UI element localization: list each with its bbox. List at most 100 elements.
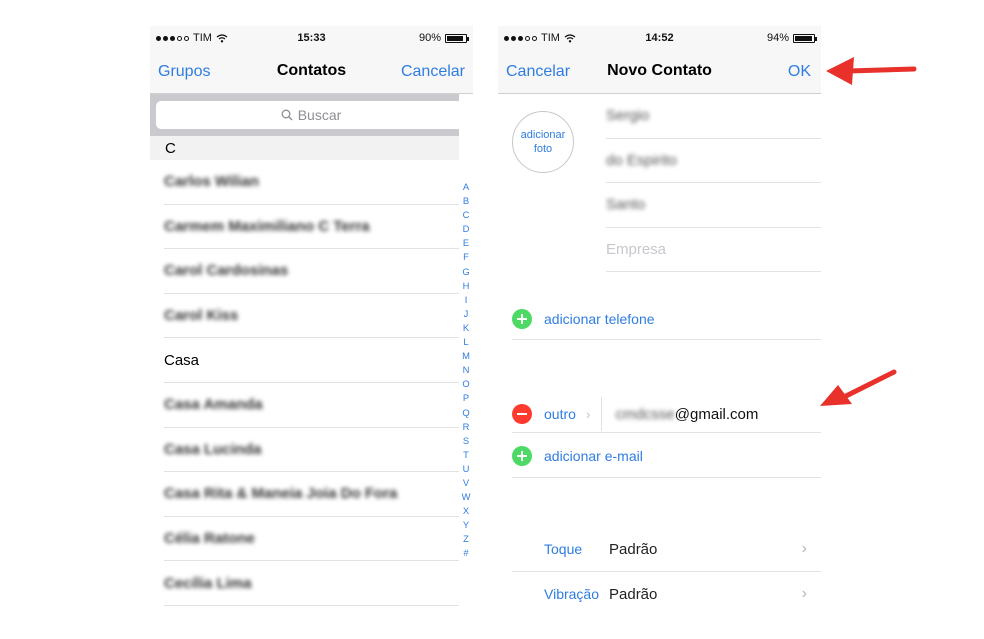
contact-row[interactable]: Carmem Maximiliano C Terra bbox=[164, 205, 459, 250]
contact-row[interactable]: Cecília Lima bbox=[164, 561, 459, 606]
email-field[interactable]: cmdcsse@gmail.com bbox=[616, 406, 759, 423]
arrow-to-ok-icon bbox=[826, 57, 917, 85]
battery-percent: 90% bbox=[418, 32, 441, 44]
index-letter[interactable]: E bbox=[463, 236, 469, 250]
contact-name: Casa Amanda bbox=[164, 396, 263, 414]
arrow-to-email-icon bbox=[820, 369, 897, 406]
ok-button[interactable]: OK bbox=[788, 63, 811, 81]
contact-row[interactable]: Carol Kiss bbox=[164, 294, 459, 339]
add-photo-label-2: foto bbox=[533, 143, 553, 155]
contact-name: Casa Lucinda bbox=[164, 440, 262, 458]
divider bbox=[600, 397, 602, 431]
divider bbox=[512, 432, 821, 433]
email-domain: @gmail.com bbox=[674, 405, 759, 423]
index-letter[interactable]: F bbox=[463, 250, 469, 264]
index-letter[interactable]: R bbox=[463, 420, 470, 434]
index-letter[interactable]: S bbox=[463, 434, 469, 448]
field-value: Santo bbox=[606, 196, 646, 214]
battery-percent: 94% bbox=[766, 32, 789, 44]
chevron-right-icon: › bbox=[585, 406, 591, 422]
chevron-right-icon: › bbox=[801, 540, 807, 557]
vibration-row[interactable]: Vibração Padrão › bbox=[512, 572, 821, 616]
index-letter[interactable]: X bbox=[463, 504, 469, 518]
index-letter[interactable]: H bbox=[463, 279, 470, 293]
field-value: Sergio bbox=[606, 107, 650, 125]
search-icon bbox=[281, 109, 293, 121]
name-fields: Sergio do Espirito Santo Empresa bbox=[606, 94, 821, 272]
index-letter[interactable]: O bbox=[462, 377, 469, 391]
remove-icon[interactable] bbox=[512, 404, 532, 424]
name-field[interactable]: do Espirito bbox=[606, 139, 821, 183]
index-letter[interactable]: P bbox=[463, 391, 469, 405]
index-letter[interactable]: L bbox=[463, 335, 468, 349]
contact-row[interactable]: Carol Cardosinas bbox=[164, 249, 459, 294]
index-letter[interactable]: I bbox=[465, 293, 468, 307]
contact-row[interactable]: Célia Ratone bbox=[164, 517, 459, 562]
status-bar: TIM 14:52 94% bbox=[498, 26, 821, 50]
contact-name: Carlos Wilian bbox=[164, 173, 259, 191]
contact-row[interactable]: Casa Amanda bbox=[164, 383, 459, 428]
ringtone-label: Toque bbox=[544, 541, 583, 557]
battery-icon bbox=[793, 33, 817, 43]
chevron-right-icon: › bbox=[801, 585, 807, 602]
add-photo-button[interactable]: adicionar foto bbox=[512, 111, 574, 173]
contact-name: Carol Kiss bbox=[164, 307, 239, 325]
email-user-blurred: cmdcsse bbox=[615, 405, 675, 423]
field-value: do Espirito bbox=[606, 151, 677, 169]
name-field[interactable]: Santo bbox=[606, 183, 821, 228]
index-letter[interactable]: B bbox=[463, 194, 469, 208]
search-input[interactable]: Buscar bbox=[156, 101, 466, 129]
index-letter[interactable]: U bbox=[463, 462, 470, 476]
navigation-bar: Cancelar Novo Contato OK bbox=[498, 50, 821, 94]
contact-name: Casa Rita & Maneia Joia Do Fora bbox=[164, 485, 398, 503]
index-letter[interactable]: C bbox=[463, 208, 470, 222]
vibration-value: Padrão bbox=[609, 585, 658, 603]
contact-name: Célia Ratone bbox=[164, 530, 255, 548]
contacts-screen: TIM 15:33 90% Grupos Contatos Cancelar B… bbox=[150, 26, 473, 639]
index-letter[interactable]: M bbox=[462, 349, 470, 363]
add-icon bbox=[512, 309, 532, 329]
index-letter[interactable]: V bbox=[463, 476, 469, 490]
index-letter[interactable]: D bbox=[463, 222, 470, 236]
add-icon bbox=[512, 446, 532, 466]
index-letter[interactable]: J bbox=[464, 307, 469, 321]
contact-row[interactable]: Casa Rita & Maneia Joia Do Fora bbox=[164, 472, 459, 517]
index-letter[interactable]: T bbox=[463, 448, 469, 462]
name-field[interactable]: Empresa bbox=[606, 228, 821, 272]
index-letter[interactable]: A bbox=[463, 180, 469, 194]
section-header: C bbox=[150, 136, 459, 160]
add-phone-button[interactable]: adicionar telefone bbox=[512, 307, 821, 331]
index-letter[interactable]: G bbox=[462, 265, 469, 279]
vibration-label: Vibração bbox=[544, 586, 600, 602]
index-letter[interactable]: W bbox=[462, 490, 471, 504]
index-letter[interactable]: Q bbox=[462, 406, 469, 420]
index-letter[interactable]: Z bbox=[463, 532, 469, 546]
page-title: Novo Contato bbox=[607, 62, 712, 79]
email-type-label[interactable]: outro bbox=[544, 406, 576, 422]
index-letter[interactable]: N bbox=[463, 363, 470, 377]
divider bbox=[512, 477, 821, 478]
contact-row[interactable]: Casa Lucinda bbox=[164, 428, 459, 473]
index-letter[interactable]: K bbox=[463, 321, 469, 335]
index-letter[interactable]: Y bbox=[463, 518, 469, 532]
battery-icon bbox=[445, 33, 469, 43]
search-placeholder: Buscar bbox=[297, 107, 342, 123]
contact-list: Carlos Wilian Carmem Maximiliano C Terra C… bbox=[164, 160, 459, 606]
contact-row[interactable]: Casa bbox=[164, 338, 459, 383]
ringtone-value: Padrão bbox=[609, 540, 658, 558]
contact-name: Carol Cardosinas bbox=[164, 262, 289, 280]
ringtone-row[interactable]: Toque Padrão › bbox=[512, 527, 821, 571]
contact-name: Carmem Maximiliano C Terra bbox=[164, 217, 370, 235]
index-letter[interactable]: # bbox=[463, 546, 468, 560]
contact-row[interactable]: Carlos Wilian bbox=[164, 160, 459, 205]
add-photo-label: adicionar bbox=[520, 129, 566, 141]
add-email-button[interactable]: adicionar e-mail bbox=[512, 444, 821, 468]
status-bar: TIM 15:33 90% bbox=[150, 26, 473, 50]
cancel-button[interactable]: Cancelar bbox=[401, 63, 465, 81]
add-email-label: adicionar e-mail bbox=[544, 448, 643, 464]
contact-name: Cecília Lima bbox=[164, 574, 252, 592]
search-bar: Buscar bbox=[150, 94, 466, 136]
name-field[interactable]: Sergio bbox=[606, 94, 821, 139]
email-row: outro › cmdcsse@gmail.com bbox=[512, 397, 821, 431]
alphabet-index[interactable]: A B C D E F G H I J K L M N O P Q R S T U V W X Y Z # bbox=[460, 180, 472, 561]
